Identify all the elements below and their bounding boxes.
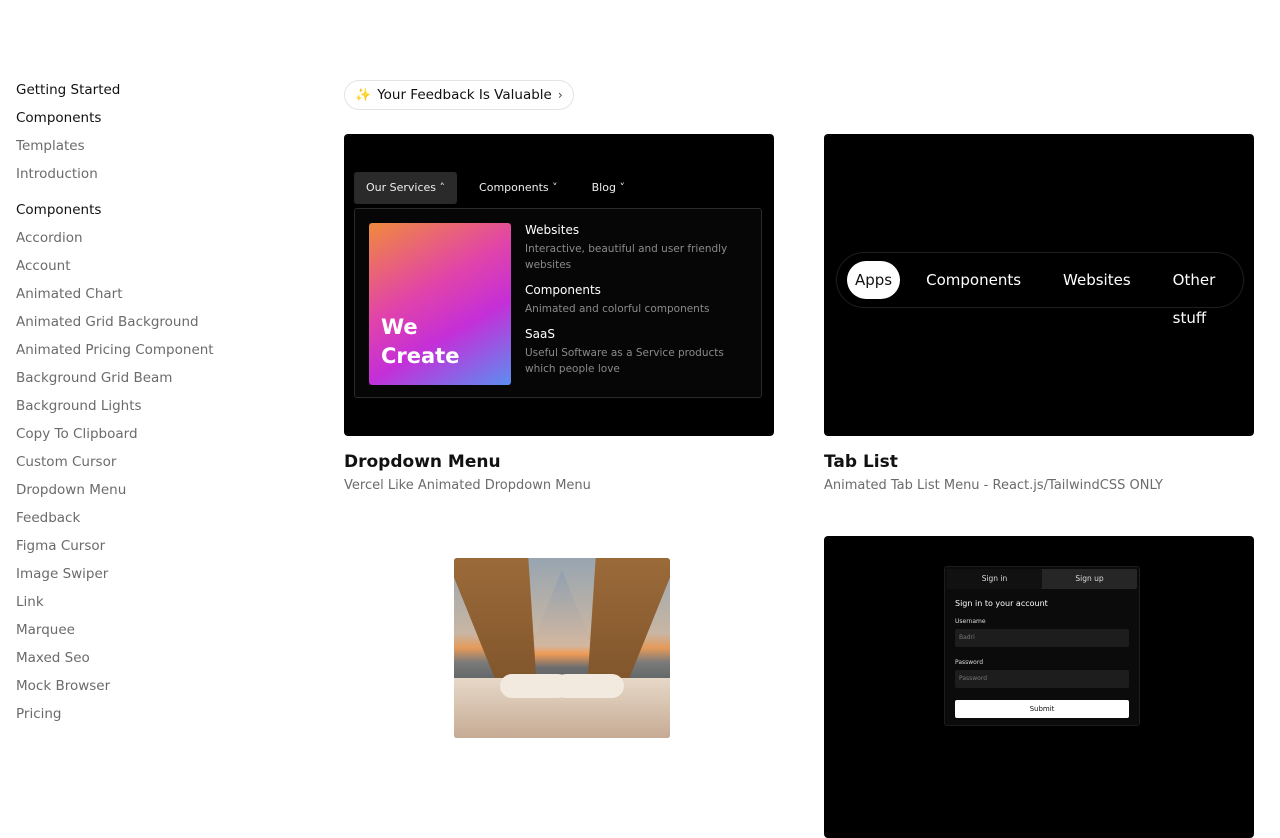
dropdown-hero: We Create <box>369 223 511 385</box>
auth-tabs: Sign in Sign up <box>947 569 1137 589</box>
dropdown-nav-services[interactable]: Our Services ˄ <box>354 172 458 204</box>
nav-maxed-seo[interactable]: Maxed Seo <box>16 648 276 676</box>
auth-heading: Sign in to your account <box>955 599 1048 608</box>
nav-animated-pricing[interactable]: Animated Pricing Component <box>16 340 276 368</box>
nav-templates[interactable]: Templates <box>16 136 276 164</box>
nav-link[interactable]: Link <box>16 592 276 620</box>
main-content: ✨ Your Feedback Is Valuable › Our Servic… <box>344 80 1254 838</box>
tab-apps[interactable]: Apps <box>847 261 901 299</box>
nav-mock-browser[interactable]: Mock Browser <box>16 676 276 704</box>
username-label: Username <box>955 618 986 625</box>
dropdown-item-title[interactable]: SaaS <box>525 327 745 341</box>
feedback-pill-button[interactable]: ✨ Your Feedback Is Valuable › <box>344 80 574 110</box>
sidebar: Getting Started Components Templates Int… <box>16 80 276 732</box>
card-subtitle: Vercel Like Animated Dropdown Menu <box>344 478 591 493</box>
dropdown-item-title[interactable]: Components <box>525 283 745 297</box>
nav-figma-cursor[interactable]: Figma Cursor <box>16 536 276 564</box>
feedback-pill-label: Your Feedback Is Valuable <box>377 87 552 103</box>
hero-line-2: Create <box>381 344 460 368</box>
sparkle-icon: ✨ <box>355 87 372 103</box>
tab-list: Apps Components Websites Other stuff <box>836 252 1244 327</box>
dropdown-nav: Our Services ˄ Components ˅ Blog ˅ <box>354 172 637 204</box>
nav-background-grid-beam[interactable]: Background Grid Beam <box>16 368 276 396</box>
card-image-swiper[interactable] <box>344 536 774 838</box>
card-title[interactable]: Tab List <box>824 452 1254 472</box>
tab-sign-in[interactable]: Sign in <box>947 569 1042 589</box>
preview-sign-in[interactable]: Sign in Sign up Sign in to your account … <box>824 536 1254 838</box>
nav-animated-grid-background[interactable]: Animated Grid Background <box>16 312 276 340</box>
submit-button[interactable]: Submit <box>955 700 1129 718</box>
nav-background-lights[interactable]: Background Lights <box>16 396 276 424</box>
nav-introduction[interactable]: Introduction <box>16 164 276 192</box>
hero-line-1: We <box>381 315 418 339</box>
nav-animated-chart[interactable]: Animated Chart <box>16 284 276 312</box>
nav-dropdown-menu[interactable]: Dropdown Menu <box>16 480 276 508</box>
dropdown-panel: We Create Websites Interactive, beautifu… <box>354 208 762 398</box>
nav-getting-started[interactable]: Getting Started <box>16 80 276 108</box>
dropdown-list: Websites Interactive, beautiful and user… <box>525 223 745 387</box>
nav-account[interactable]: Account <box>16 256 276 284</box>
tab-components[interactable]: Components <box>910 261 1037 299</box>
nav-feedback[interactable]: Feedback <box>16 508 276 536</box>
card-sign-in[interactable]: Sign in Sign up Sign in to your account … <box>824 536 1254 838</box>
dropdown-item-title[interactable]: Websites <box>525 223 745 237</box>
dropdown-item-desc: Useful Software as a Service products wh… <box>525 347 724 375</box>
nav-marquee[interactable]: Marquee <box>16 620 276 648</box>
dropdown-item-desc: Animated and colorful components <box>525 303 710 315</box>
nav-accordion[interactable]: Accordion <box>16 228 276 256</box>
nav-copy-to-clipboard[interactable]: Copy To Clipboard <box>16 424 276 452</box>
chevron-right-icon: › <box>557 88 563 102</box>
password-field[interactable]: Password <box>955 670 1129 688</box>
tab-sign-up[interactable]: Sign up <box>1042 569 1137 589</box>
password-label: Password <box>955 659 984 666</box>
card-title[interactable]: Dropdown Menu <box>344 452 774 472</box>
card-dropdown-menu[interactable]: Our Services ˄ Components ˅ Blog ˅ We Cr… <box>344 134 774 493</box>
card-subtitle: Animated Tab List Menu - React.js/Tailwi… <box>824 478 1163 493</box>
preview-dropdown-menu[interactable]: Our Services ˄ Components ˅ Blog ˅ We Cr… <box>344 134 774 436</box>
swiper-photo[interactable] <box>454 558 670 738</box>
nav-custom-cursor[interactable]: Custom Cursor <box>16 452 276 480</box>
dropdown-nav-components[interactable]: Components ˅ <box>467 172 570 204</box>
nav-section-components: Components <box>16 202 102 218</box>
nav-components-top[interactable]: Components <box>16 108 276 136</box>
nav-image-swiper[interactable]: Image Swiper <box>16 564 276 592</box>
nav-pricing[interactable]: Pricing <box>16 704 276 732</box>
dropdown-nav-blog[interactable]: Blog ˅ <box>580 172 637 204</box>
auth-panel: Sign in Sign up Sign in to your account … <box>944 566 1140 726</box>
card-tab-list[interactable]: Apps Components Websites Other stuff Tab… <box>824 134 1254 493</box>
dropdown-item-desc: Interactive, beautiful and user friendly… <box>525 243 728 271</box>
tab-other-stuff[interactable]: Other stuff <box>1157 261 1233 327</box>
username-field[interactable]: Badri <box>955 629 1129 647</box>
preview-image-swiper[interactable] <box>344 536 774 838</box>
preview-tab-list[interactable]: Apps Components Websites Other stuff <box>824 134 1254 436</box>
tab-websites[interactable]: Websites <box>1047 261 1147 299</box>
